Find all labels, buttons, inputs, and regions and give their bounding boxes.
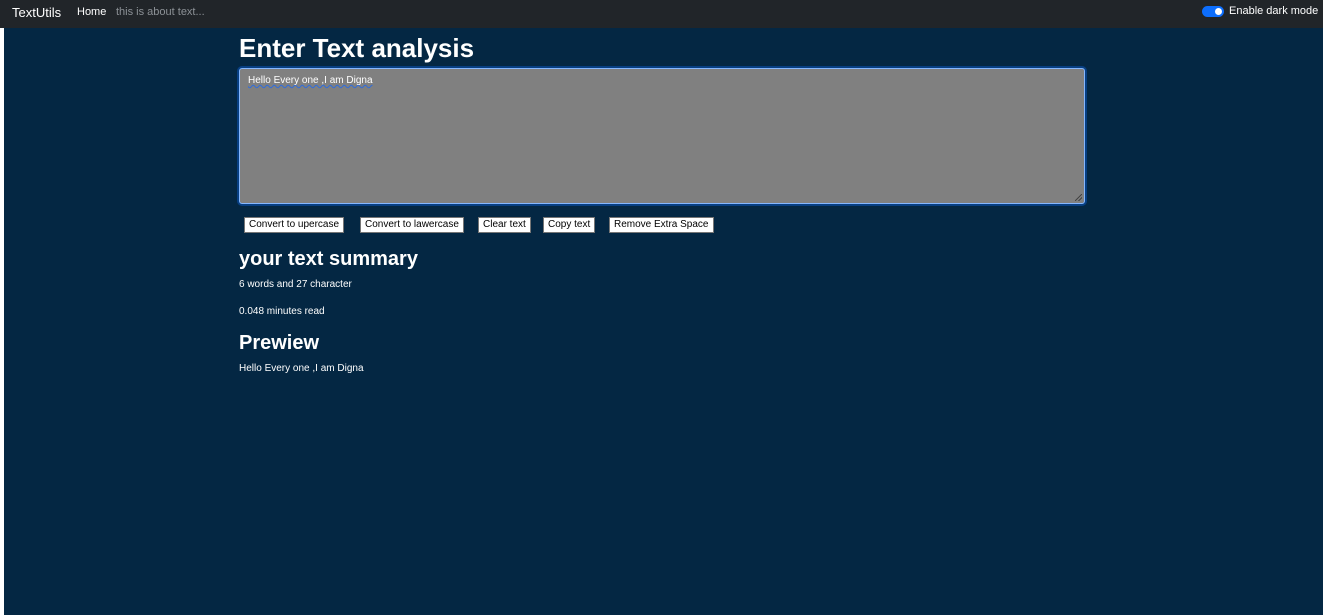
resize-handle-icon[interactable] (1075, 194, 1082, 201)
preview-heading: Prewiew (239, 332, 320, 354)
clear-text-button[interactable]: Clear text (478, 217, 531, 233)
text-input-value: Hello Every one ,I am Digna (248, 75, 373, 86)
nav-about-link[interactable]: this is about text... (116, 6, 205, 18)
word-count-text: 6 words and 27 character (239, 279, 352, 290)
dark-mode-toggle[interactable] (1202, 6, 1224, 17)
summary-heading: your text summary (239, 248, 418, 270)
convert-uppercase-button[interactable]: Convert to upercase (244, 217, 345, 233)
page-title: Enter Text analysis (239, 33, 475, 63)
brand-link[interactable]: TextUtils (12, 5, 61, 20)
text-input-area[interactable]: Hello Every one ,I am Digna (239, 68, 1085, 204)
nav-home-link[interactable]: Home (77, 6, 106, 18)
main-content: Enter Text analysis Hello Every one ,I a… (4, 28, 1323, 615)
navbar: TextUtils Home this is about text... Ena… (0, 0, 1323, 28)
page: TextUtils Home this is about text... Ena… (0, 0, 1323, 615)
convert-lowercase-button[interactable]: Convert to lawercase (360, 217, 464, 233)
copy-text-button[interactable]: Copy text (543, 217, 596, 233)
preview-text: Hello Every one ,I am Digna (239, 363, 364, 374)
remove-extra-space-button[interactable]: Remove Extra Space (609, 217, 714, 233)
toggle-knob (1215, 8, 1222, 15)
dark-mode-label[interactable]: Enable dark mode (1229, 5, 1318, 17)
read-time-text: 0.048 minutes read (239, 306, 325, 317)
